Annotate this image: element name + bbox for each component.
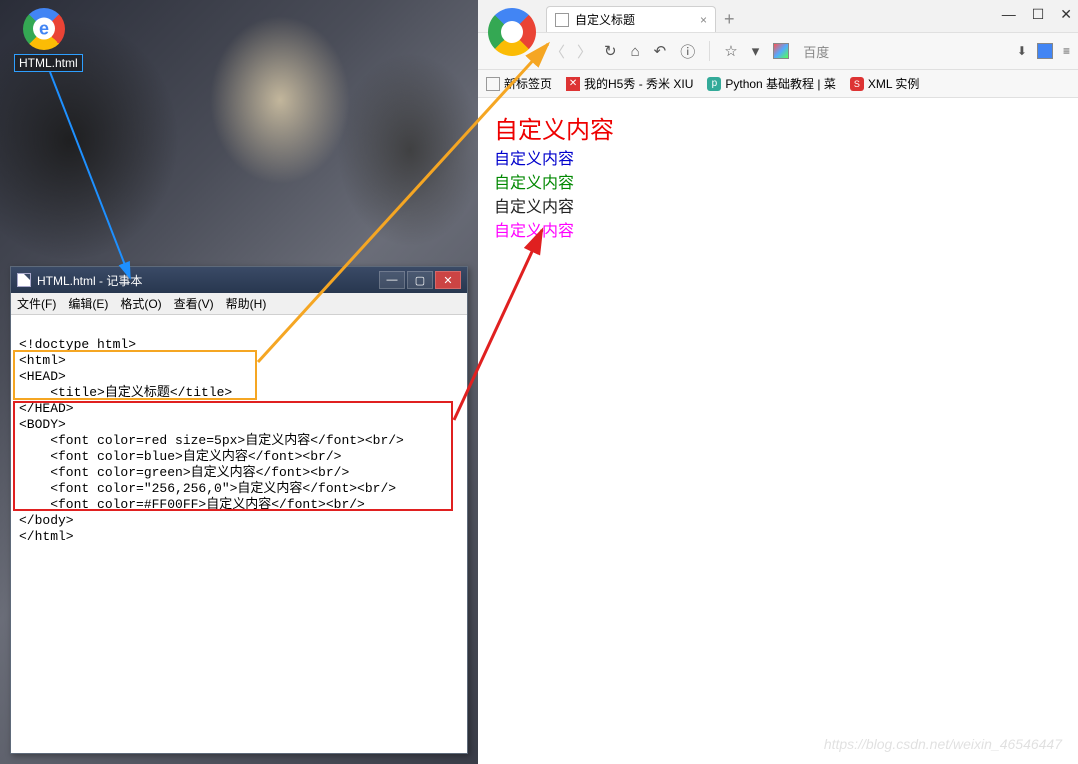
browser-window: 自定义标题 × + — ☐ ✕ 〈 〉 ↻ ⌂ ↶ ⓘ ☆ ▾ 百度 ⬇ ≡ [478,0,1078,764]
watermark: https://blog.csdn.net/weixin_46546447 [824,736,1062,752]
translate-icon[interactable] [1037,43,1053,59]
menu-view[interactable]: 查看(V) [174,295,214,312]
python-icon: p [707,77,721,91]
menu-file[interactable]: 文件(F) [17,295,56,312]
tab-close-icon[interactable]: × [700,13,707,27]
document-icon [17,273,31,287]
search-engine-label: 百度 [803,42,829,61]
bookmark-item[interactable]: p Python 基础教程 | 菜 [707,75,835,92]
dropdown-icon[interactable]: ▾ [752,42,760,60]
home-icon[interactable]: ⌂ [631,43,640,60]
bookmark-label: Python 基础教程 | 菜 [725,75,835,92]
separator [709,41,710,61]
close-button[interactable]: ✕ [435,271,461,289]
menu-format[interactable]: 格式(O) [120,295,161,312]
browser-window-controls: — ☐ ✕ [1002,6,1072,23]
desktop-file-icon[interactable]: HTML.html [14,8,74,72]
bookmark-item[interactable]: S XML 实例 [850,75,920,92]
menu-edit[interactable]: 编辑(E) [68,295,108,312]
maximize-button[interactable]: ☐ [1032,6,1045,23]
browser-app-icon [488,8,536,56]
menu-icon[interactable]: ≡ [1063,44,1070,58]
notepad-window: HTML.html - 记事本 — ▢ ✕ 文件(F) 编辑(E) 格式(O) … [10,266,468,754]
maximize-button[interactable]: ▢ [407,271,433,289]
browser-file-icon [23,8,65,50]
bookmark-label: XML 实例 [868,75,920,92]
extension-icon[interactable] [773,43,789,59]
minimize-button[interactable]: — [379,271,405,289]
bookmark-label: 我的H5秀 - 秀米 XIU [584,75,693,92]
content-line: 自定义内容 [494,169,1062,193]
star-icon[interactable]: ☆ [724,42,737,60]
content-line: 自定义内容 [494,145,1062,169]
xiumi-icon: ✕ [566,77,580,91]
browser-page-content: 自定义内容 自定义内容 自定义内容 自定义内容 自定义内容 [478,98,1078,253]
undo-icon[interactable]: ↶ [654,42,667,60]
tab-title: 自定义标题 [575,11,635,28]
highlight-head-box [13,350,257,400]
close-button[interactable]: ✕ [1060,6,1072,23]
notepad-title-text: HTML.html - 记事本 [37,272,142,289]
content-line: 自定义内容 [494,193,1062,217]
reload-icon[interactable]: ↻ [604,42,617,60]
notepad-menu: 文件(F) 编辑(E) 格式(O) 查看(V) 帮助(H) [11,293,467,315]
page-icon [555,13,569,27]
new-tab-button[interactable]: + [724,6,735,32]
content-line: 自定义内容 [494,217,1062,241]
bookmarks-bar: 新标签页 ✕ 我的H5秀 - 秀米 XIU p Python 基础教程 | 菜 … [478,70,1078,98]
notepad-content[interactable]: <!doctype html> <html> <HEAD> <title>自定义… [11,315,467,599]
desktop-file-label: HTML.html [14,54,83,72]
bookmark-item[interactable]: 新标签页 [486,75,552,92]
back-button[interactable]: 〈 [550,41,565,62]
bookmark-item[interactable]: ✕ 我的H5秀 - 秀米 XIU [566,75,693,92]
notepad-titlebar[interactable]: HTML.html - 记事本 — ▢ ✕ [11,267,467,293]
notepad-window-controls: — ▢ ✕ [379,271,461,289]
menu-help[interactable]: 帮助(H) [226,295,267,312]
browser-address-bar: 〈 〉 ↻ ⌂ ↶ ⓘ ☆ ▾ 百度 ⬇ ≡ [478,32,1078,70]
forward-button[interactable]: 〉 [577,41,592,62]
xml-icon: S [850,77,864,91]
page-icon [486,77,500,91]
bookmark-label: 新标签页 [504,75,552,92]
info-icon[interactable]: ⓘ [680,41,695,62]
browser-tab[interactable]: 自定义标题 × [546,6,716,32]
browser-tabbar: 自定义标题 × + — ☐ ✕ [478,0,1078,32]
code-line: </html> [19,529,74,544]
content-line: 自定义内容 [494,110,1062,145]
code-line: </body> [19,513,74,528]
highlight-body-box [13,401,453,511]
minimize-button[interactable]: — [1002,6,1016,23]
download-icon[interactable]: ⬇ [1017,44,1027,58]
